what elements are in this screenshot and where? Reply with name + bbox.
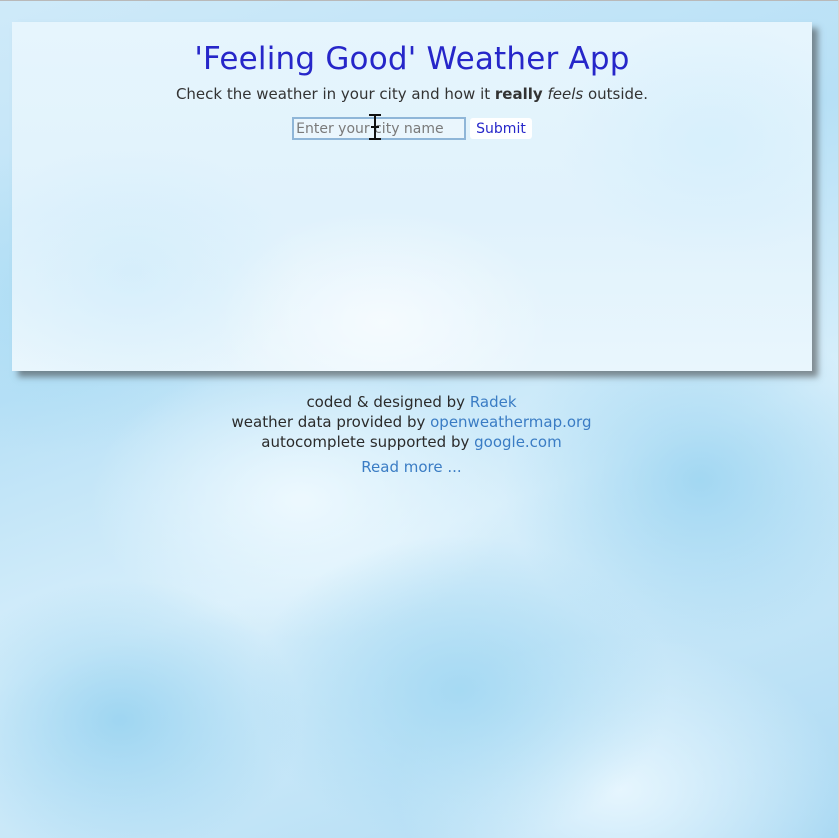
footer: coded & designed by Radek weather data p… (0, 392, 823, 477)
openweathermap-link[interactable]: openweathermap.org (430, 413, 591, 431)
subtitle-suffix: outside. (583, 85, 649, 103)
subtitle-italic: feels (547, 85, 584, 103)
author-link[interactable]: Radek (470, 393, 517, 411)
subtitle-prefix: Check the weather in your city and how i… (175, 85, 495, 103)
footer-data-line: weather data provided by openweathermap.… (0, 412, 823, 432)
read-more-link[interactable]: Read more ... (361, 457, 461, 477)
data-prefix: weather data provided by (231, 413, 431, 431)
app-title: 'Feeling Good' Weather App (194, 41, 630, 77)
google-link[interactable]: google.com (474, 433, 562, 451)
footer-credits-line: coded & designed by Radek (0, 392, 823, 412)
text-cursor-icon (369, 114, 381, 140)
autocomplete-prefix: autocomplete supported by (261, 433, 475, 451)
app-subtitle: Check the weather in your city and how i… (12, 84, 812, 104)
submit-button[interactable]: Submit (470, 118, 532, 139)
credits-prefix: coded & designed by (306, 393, 470, 411)
window-top-border (0, 0, 839, 1)
footer-autocomplete-line: autocomplete supported by google.com (0, 432, 823, 452)
city-search-form: Submit (12, 117, 812, 140)
weather-card: 'Feeling Good' Weather App Check the wea… (12, 22, 812, 371)
subtitle-emphasis: really (494, 85, 543, 103)
